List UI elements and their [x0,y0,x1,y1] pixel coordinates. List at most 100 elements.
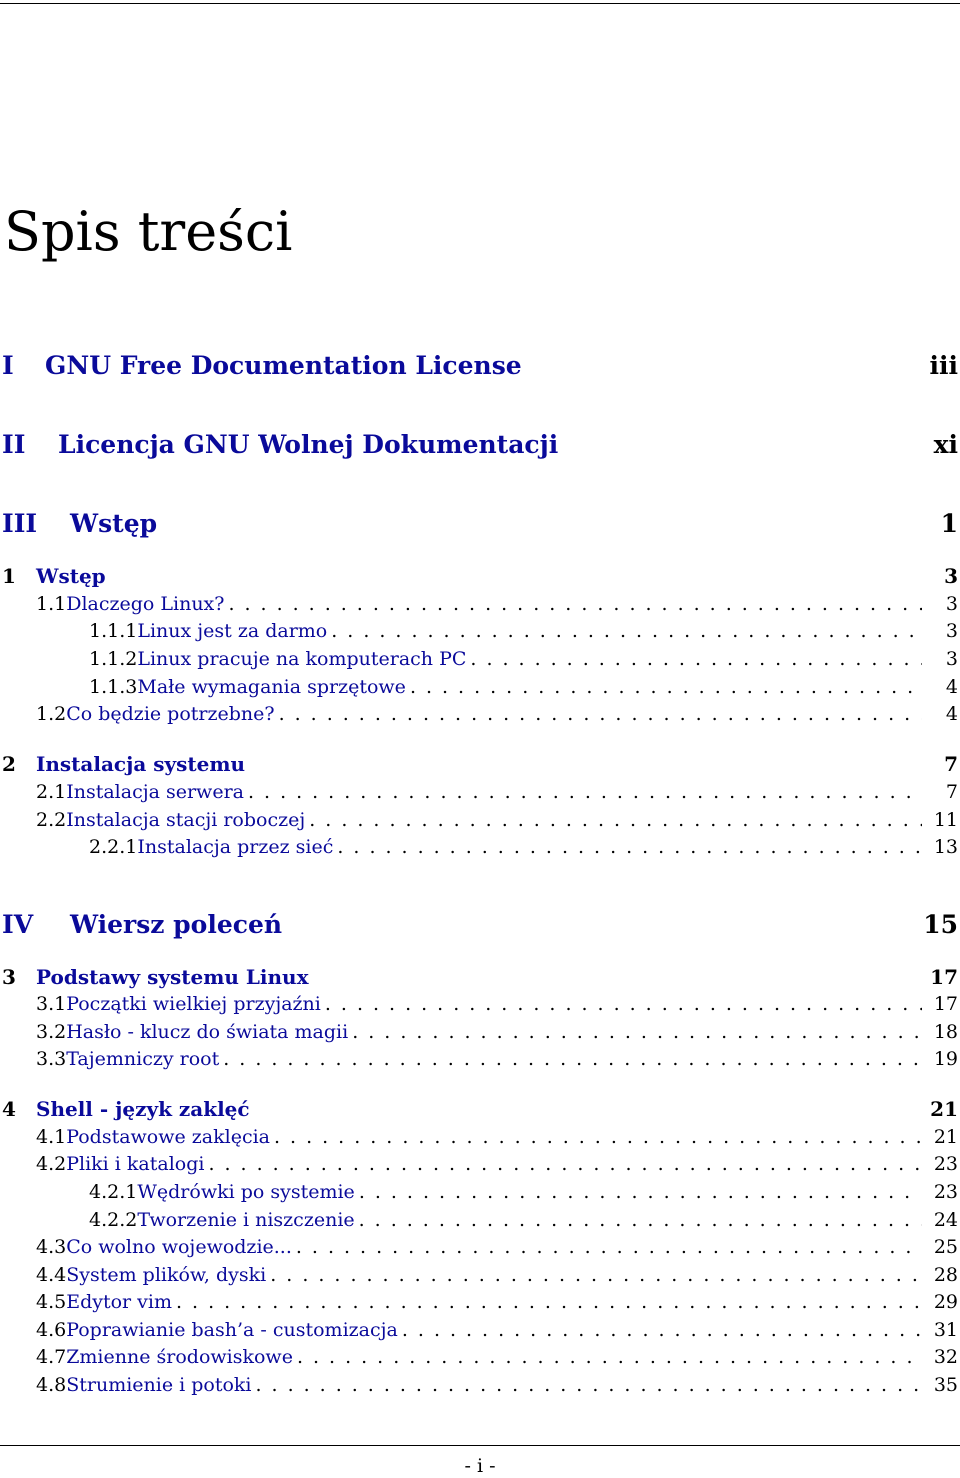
toc-entry-subsection[interactable]: 4.2.1 Wędrówki po systemie...............… [89,1179,958,1206]
toc-entry-title[interactable]: Licencja GNU Wolnej Dokumentacji [58,428,558,462]
toc-entry-title[interactable]: Strumienie i potoki [66,1372,251,1399]
toc-entry-subsection[interactable]: 1.1.1 Linux jest za darmo................… [89,618,958,645]
toc-entry-number: 1.2 [36,702,67,725]
dot-leader: ........................................… [295,1235,922,1258]
dot-leader: ........................................… [274,1125,922,1148]
toc-entry-title[interactable]: Instalacja systemu [36,750,245,778]
toc-entry-number: 2.2.1 [89,835,138,858]
toc-entry-title[interactable]: Edytor vim [66,1289,172,1316]
toc-entry-title[interactable]: Hasło - klucz do świata magii [66,1019,348,1046]
toc-entry-title[interactable]: Podstawowe zaklęcia [66,1124,270,1151]
toc-entry-number: 3.3 [36,1047,67,1070]
toc-entry-title[interactable]: Dlaczego Linux? [66,591,224,618]
dot-leader: ........................................… [358,1208,922,1231]
toc-entry-section[interactable]: 4.7 Zmienne środowiskowe.................… [36,1344,958,1371]
toc-entry-section[interactable]: 4.3 Co wolno wojewodzie..................… [36,1234,958,1261]
toc-entry-section[interactable]: 4.6 Poprawianie bash’a - customizacja....… [36,1317,958,1344]
toc-entry-chapter[interactable]: 2 Instalacja systemu 7 [2,750,958,778]
toc-entry-title[interactable]: Shell - język zaklęć [36,1095,250,1123]
toc-entry-number: 4.8 [36,1373,67,1396]
toc-entry-part[interactable]: I GNU Free Documentation License iii [2,349,958,383]
toc-entry-title[interactable]: Co wolno wojewodzie... [66,1234,292,1261]
dot-leader: ........................................… [296,1345,922,1368]
toc-entry-title[interactable]: Małe wymagania sprzętowe [137,674,406,701]
toc-entry-number: 1.1.3 [89,675,138,698]
toc-entry-subsection[interactable]: 4.2.2 Tworzenie i niszczenie.............… [89,1207,958,1234]
toc-entry-section[interactable]: 2.1 Instalacja serwera...................… [36,779,958,806]
toc-entry-title[interactable]: Tajemniczy root [66,1046,219,1073]
toc-entry-title[interactable]: Linux jest za darmo [137,618,327,645]
toc-entry-section[interactable]: 2.2 Instalacja stacji roboczej...........… [36,807,958,834]
toc-entry-page: 4 [945,702,958,725]
dot-leader: ........................................… [401,1318,922,1341]
toc-entry-page: 4 [945,675,958,698]
toc-entry-section[interactable]: 1.1 Dlaczego Linux?......................… [36,591,958,618]
toc-entry-number: 1 [2,564,16,588]
toc-entry-number: 4.2.1 [89,1180,138,1203]
toc-entry-number: 4 [2,1097,16,1121]
toc-entry-number: 1.1 [36,592,67,615]
toc-entry-title[interactable]: Wiersz poleceń [70,908,282,942]
toc-entry-title[interactable]: GNU Free Documentation License [45,349,522,383]
dot-leader: ........................................… [470,647,922,670]
dot-leader: ........................................… [409,675,922,698]
toc-entry-title[interactable]: Zmienne środowiskowe [66,1344,293,1371]
toc-entry-page: 17 [933,992,958,1015]
toc-entry-section[interactable]: 3.1 Początki wielkiej przyjaźni..........… [36,991,958,1018]
dot-leader: ........................................… [208,1152,922,1175]
toc-entry-number: II [2,430,26,459]
toc-entry-title[interactable]: Instalacja przez sieć [137,834,333,861]
toc-entry-part[interactable]: II Licencja GNU Wolnej Dokumentacji xi [2,428,958,462]
toc-entry-subsection[interactable]: 2.2.1 Instalacja przez sieć..............… [89,834,958,861]
footer-rule [0,1445,960,1446]
toc-entry-title[interactable]: System plików, dyski [66,1262,266,1289]
toc-entry-section[interactable]: 4.8 Strumienie i potoki..................… [36,1372,958,1399]
dot-leader: ........................................… [247,780,922,803]
toc-entry-section[interactable]: 3.2 Hasło - klucz do świata magii........… [36,1019,958,1046]
toc-entry-title[interactable]: Instalacja serwera [66,779,244,806]
dot-leader: ........................................… [228,592,922,615]
toc-entry-section[interactable]: 3.3 Tajemniczy root......................… [36,1046,958,1073]
toc-entry-title[interactable]: Wstęp [70,507,157,541]
toc-entry-chapter[interactable]: 3 Podstawy systemu Linux 17 [2,963,958,991]
toc-entry-title[interactable]: Pliki i katalogi [66,1151,204,1178]
toc-entry-number: 2.1 [36,780,67,803]
toc-entry-page: xi [933,430,958,459]
toc-entry-page: iii [929,351,959,380]
toc-entry-page: 3 [944,564,958,588]
toc-entry-page: 7 [944,752,958,776]
toc-entry-section[interactable]: 4.2 Pliki i katalogi.....................… [36,1151,958,1178]
toc-entry-part[interactable]: IV Wiersz poleceń 15 [2,908,958,942]
toc-entry-title[interactable]: Poprawianie bash’a - customizacja [66,1317,398,1344]
toc-entry-page: 31 [933,1318,958,1341]
toc-entry-page: 24 [933,1208,958,1231]
toc-entry-page: 1 [940,509,958,538]
toc-entry-number: 2.2 [36,808,67,831]
toc-entry-title[interactable]: Tworzenie i niszczenie [137,1207,354,1234]
toc-entry-title[interactable]: Początki wielkiej przyjaźni [66,991,321,1018]
toc-entry-chapter[interactable]: 1 Wstęp 3 [2,562,958,590]
toc-entry-chapter[interactable]: 4 Shell - język zaklęć 21 [2,1095,958,1123]
toc-entry-section[interactable]: 4.4 System plików, dyski.................… [36,1262,958,1289]
toc-entry-subsection[interactable]: 1.1.3 Małe wymagania sprzętowe...........… [89,674,958,701]
toc-entry-page: 21 [930,1097,958,1121]
toc-entry-subsection[interactable]: 1.1.2 Linux pracuje na komputerach PC....… [89,646,958,673]
toc-entry-title[interactable]: Podstawy systemu Linux [36,963,309,991]
toc-entry-page: 25 [933,1235,958,1258]
table-of-contents: I GNU Free Documentation License iii II Lice… [0,0,960,1477]
toc-entry-number: 1.1.2 [89,647,138,670]
toc-entry-section[interactable]: 1.2 Co będzie potrzebne?.................… [36,701,958,728]
toc-entry-title[interactable]: Co będzie potrzebne? [66,701,274,728]
toc-entry-page: 3 [945,592,958,615]
page-number: - i - [464,1455,496,1477]
toc-entry-section[interactable]: 4.1 Podstawowe zaklęcia..................… [36,1124,958,1151]
toc-entry-section[interactable]: 4.5 Edytor vim...........................… [36,1289,958,1316]
dot-leader: ........................................… [309,808,922,831]
toc-entry-title[interactable]: Instalacja stacji roboczej [66,807,305,834]
toc-entry-title[interactable]: Linux pracuje na komputerach PC [137,646,466,673]
toc-entry-part[interactable]: III Wstęp 1 [2,507,958,541]
toc-entry-number: 4.3 [36,1235,67,1258]
toc-entry-title[interactable]: Wędrówki po systemie [137,1179,354,1206]
toc-entry-number: III [2,509,38,538]
toc-entry-title[interactable]: Wstęp [36,562,106,590]
